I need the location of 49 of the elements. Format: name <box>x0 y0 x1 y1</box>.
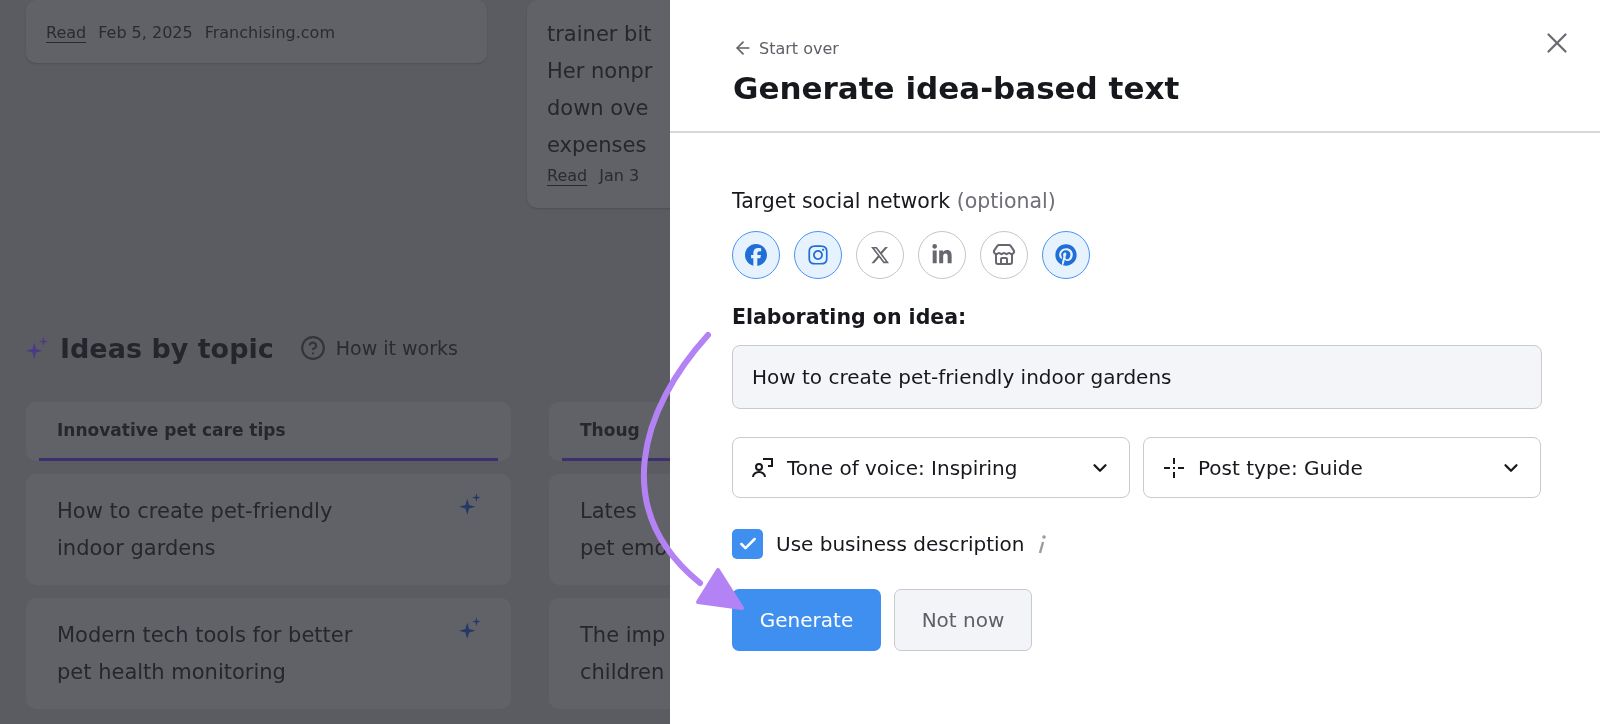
article-title: Her nonpr <box>547 58 654 85</box>
help-icon <box>299 335 326 361</box>
article-source: Franchising.com <box>204 22 335 44</box>
sparkle-icon <box>459 617 481 639</box>
pinterest-icon <box>1055 244 1077 266</box>
topic-title[interactable]: Thoug <box>562 402 670 458</box>
network-label: Target social network (optional) <box>732 189 1057 213</box>
article-title: trainer bit <box>547 21 653 48</box>
network-toggle[interactable] <box>732 231 780 279</box>
idea-text: How to create pet-friendly indoor gardens <box>57 498 333 562</box>
checkbox-label[interactable]: Use business description <box>776 532 1025 556</box>
facebook-icon <box>745 244 767 266</box>
storefront-icon <box>992 243 1016 267</box>
idea-label: Elaborating on idea: <box>732 305 968 329</box>
network-toggle[interactable] <box>1042 231 1090 279</box>
article-date: Feb 5, 2025 <box>98 22 193 44</box>
start-over-text[interactable]: Start over <box>759 38 839 58</box>
network-toggle[interactable] <box>856 231 904 279</box>
idea-card[interactable]: The imp children <box>549 598 670 709</box>
crosshair-icon <box>1162 455 1186 480</box>
idea-text: The imp children <box>580 622 666 686</box>
network-toggle[interactable] <box>794 231 842 279</box>
dropdown[interactable]: Post type: Guide <box>1143 437 1541 498</box>
read-link[interactable]: Read <box>46 21 87 45</box>
panel-title: Generate idea-based text <box>733 70 1180 106</box>
sparkle-icon <box>26 337 48 359</box>
network-toggle[interactable] <box>918 231 966 279</box>
dismiss-button[interactable]: Not now <box>894 589 1032 651</box>
read-link[interactable]: Read <box>547 164 588 188</box>
instagram-icon <box>807 244 829 266</box>
sparkle-icon <box>459 493 481 515</box>
dropdown[interactable]: Tone of voice: Inspiring <box>732 437 1130 498</box>
x-icon <box>870 245 890 265</box>
section-title: Ideas by topic <box>60 332 274 364</box>
linkedin-icon <box>931 244 953 266</box>
network-toggle[interactable] <box>980 231 1028 279</box>
article-date: Jan 3 <box>599 165 640 187</box>
idea-text: Modern tech tools for better pet health monitoring <box>57 622 353 686</box>
info-icon <box>1037 534 1048 554</box>
idea-input[interactable]: How to create pet-friendly indoor gardens <box>732 345 1542 409</box>
idea-card[interactable]: How to create pet-friendly indoor gardens <box>26 474 511 585</box>
topic-tab[interactable]: Thoug <box>549 402 670 461</box>
idea-card[interactable]: Modern tech tools for better pet health monitoring <box>26 598 511 709</box>
article-title: expenses <box>547 132 648 159</box>
generate-button[interactable]: Generate <box>732 589 881 651</box>
start-over-link[interactable]: Start over <box>733 38 1180 58</box>
person-speech-icon <box>751 455 775 480</box>
article-title: down ove <box>547 95 650 122</box>
checkbox[interactable] <box>732 529 763 559</box>
